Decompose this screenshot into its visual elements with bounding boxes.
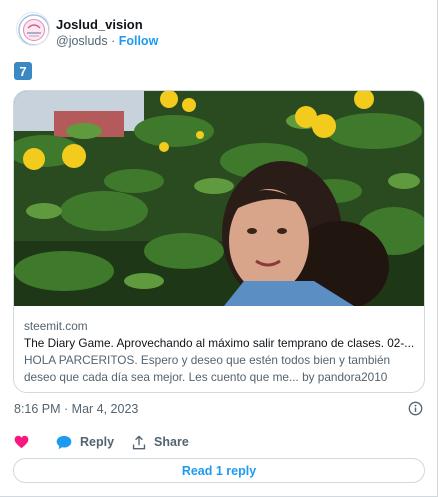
read-replies-button[interactable]: Read 1 reply [13,458,425,483]
handle-separator: · [107,34,119,48]
share-label: Share [154,435,189,449]
share-button[interactable]: Share [132,435,189,450]
share-icon [132,435,146,449]
link-preview-card[interactable]: steemit.com The Diary Game. Aprovechando… [13,90,425,393]
card-text-block: steemit.com The Diary Game. Aprovechando… [24,318,414,386]
card-photo [14,91,424,306]
author-name[interactable]: Joslud_vision [56,17,143,32]
card-description: HOLA PARCERITOS. Espero y deseo que esté… [24,353,391,384]
tweet-embed: Joslud_vision @josluds · Follow 7 steemi… [0,0,438,497]
follow-link[interactable]: Follow [119,34,159,48]
avatar-logo-icon [18,14,49,45]
info-icon[interactable] [408,401,423,416]
tweet-timestamp[interactable]: 8:16 PM · Mar 4, 2023 [14,402,138,416]
heart-icon [14,435,29,449]
reply-label: Reply [80,435,115,449]
author-avatar[interactable] [16,12,50,46]
card-title: The Diary Game. Aprovechando al máximo s… [24,336,414,350]
tweet-actions: Reply Share [14,433,189,451]
author-handle[interactable]: @josluds [56,34,108,48]
reply-button[interactable]: Reply [56,435,114,450]
author-handle-row: @josluds · Follow [56,34,158,48]
keycap-seven-emoji: 7 [14,62,32,80]
card-domain: steemit.com [24,319,88,333]
reply-bubble-icon [56,435,72,449]
like-button[interactable] [14,435,48,449]
